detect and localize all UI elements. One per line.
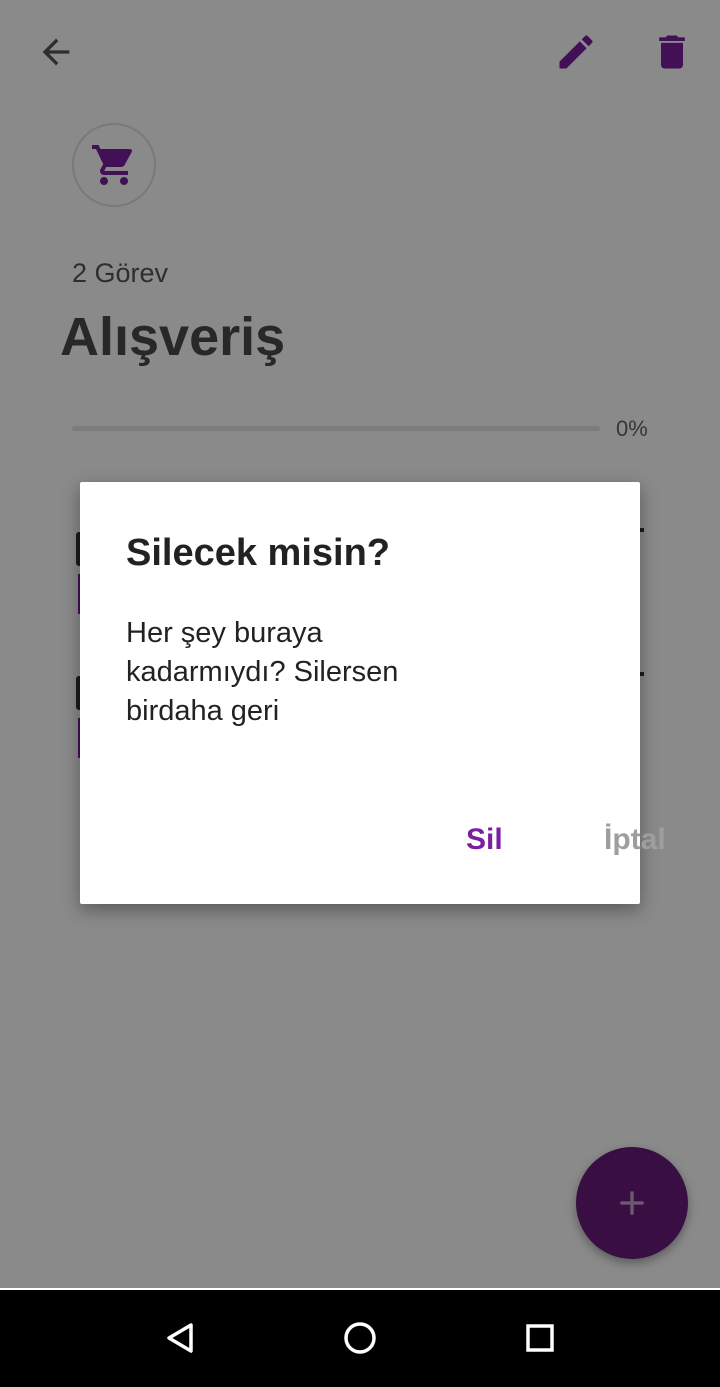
nav-back-icon xyxy=(167,1323,193,1353)
nav-back-button[interactable] xyxy=(150,1308,210,1368)
nav-home-button[interactable] xyxy=(330,1308,390,1368)
dialog-message: Her şey buraya kadarmıydı? Silersen bird… xyxy=(126,617,399,727)
confirm-delete-button[interactable]: Sil xyxy=(448,812,521,868)
cancel-button[interactable]: İptal xyxy=(586,812,684,868)
dialog-title: Silecek misin? xyxy=(126,532,391,574)
nav-recents-button[interactable] xyxy=(510,1308,570,1368)
nav-recents-icon xyxy=(526,1324,554,1352)
delete-confirm-dialog: Silecek misin? Her şey buraya kadarmıydı… xyxy=(80,482,666,904)
nav-home-icon xyxy=(344,1322,376,1354)
app-screen: 2 Görev Alışveriş 0% Silecek misin? Her … xyxy=(0,0,720,1288)
system-nav-bar xyxy=(0,1290,720,1387)
